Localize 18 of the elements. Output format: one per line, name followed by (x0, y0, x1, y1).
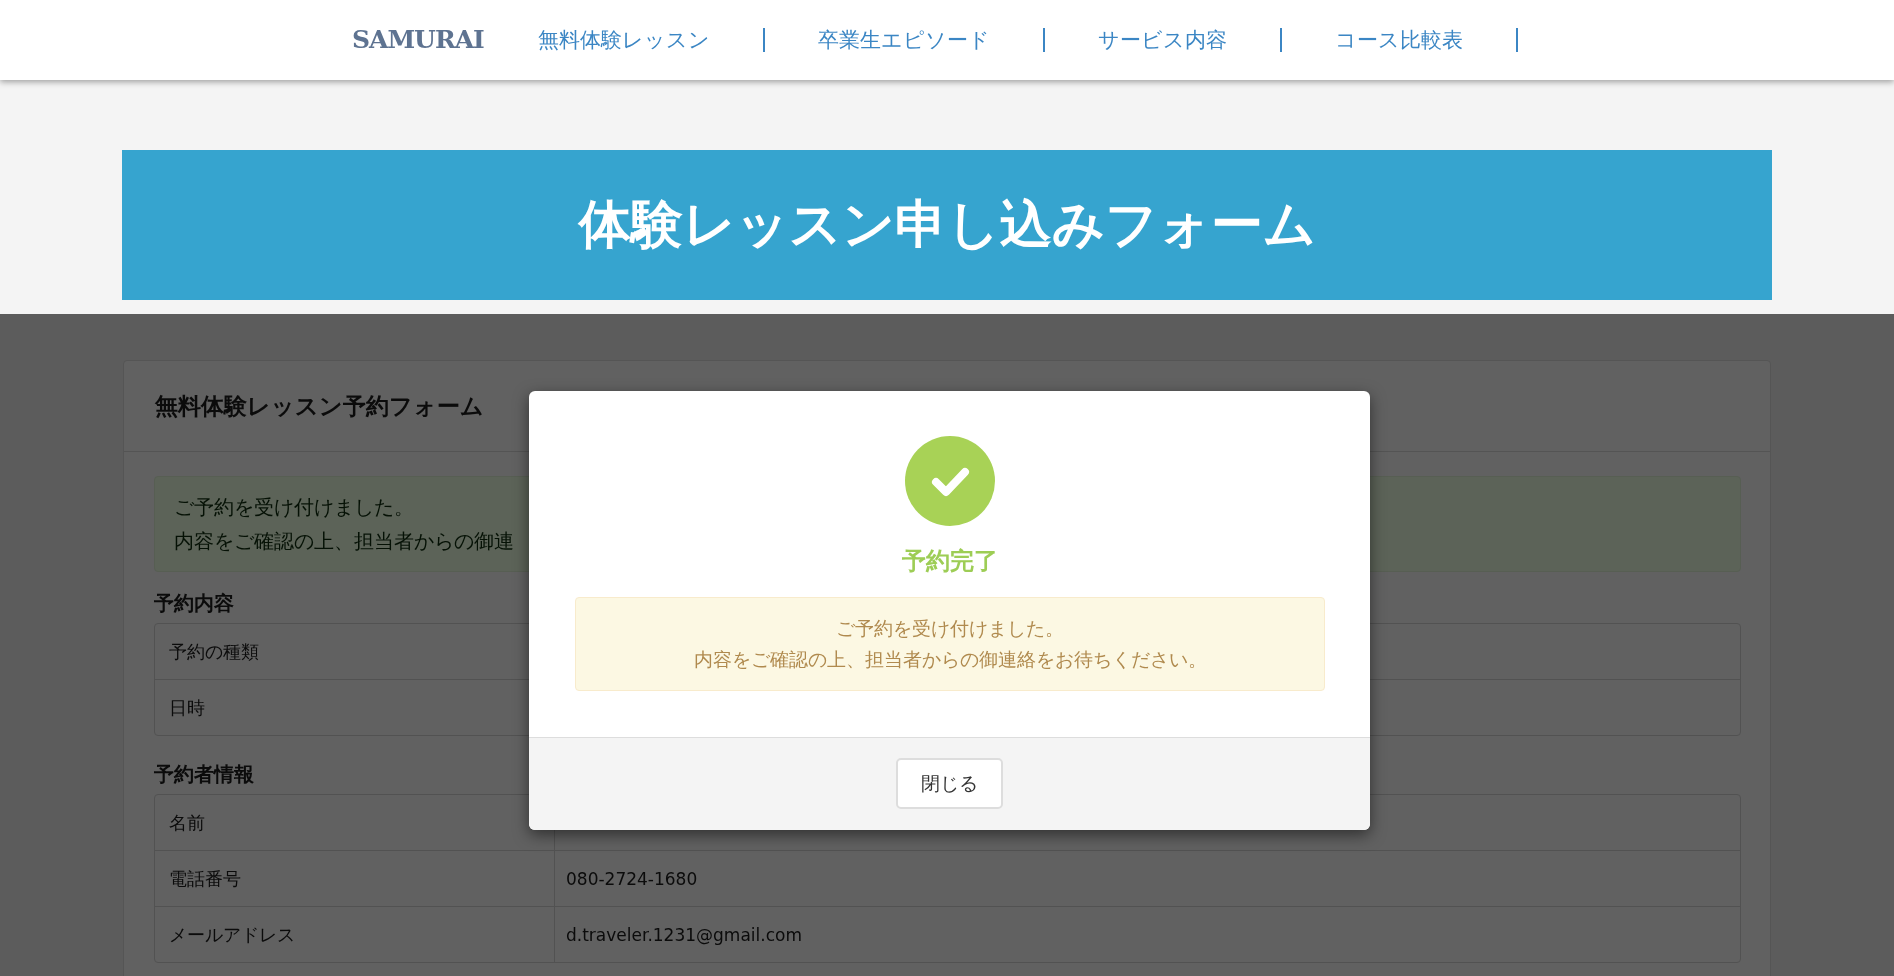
checkmark-circle-icon (905, 436, 995, 526)
field-label: メールアドレス (155, 907, 555, 962)
dialog-title: 予約完了 (902, 546, 998, 577)
confirmation-message: ご予約を受け付けました。 内容をご確認の上、担当者からの御連絡をお待ちください。 (575, 597, 1325, 691)
field-value: 080-2724-1680 (566, 868, 698, 889)
alert-text: ご予約を受け付けました。 内容をご確認の上、担当者からの御連 (174, 494, 514, 555)
nav-link[interactable]: 無料体験レッスン (537, 26, 710, 54)
form-title: 無料体験レッスン予約フォーム (155, 391, 484, 421)
field-label: 電話番号 (155, 851, 555, 906)
nav-link[interactable]: 卒業生エピソード (817, 26, 990, 54)
site-logo[interactable]: SAMURAI (346, 15, 490, 65)
section-heading: 予約者情報 (154, 761, 254, 788)
nav-link[interactable]: サービス内容 (1097, 26, 1227, 54)
section-heading: 予約内容 (154, 590, 234, 617)
page-banner: 体験レッスン申し込みフォーム (122, 150, 1772, 300)
nav-link[interactable]: コース比較表 (1334, 26, 1463, 54)
close-button[interactable]: 閉じる (896, 758, 1003, 809)
field-value: d.traveler.1231@gmail.com (566, 924, 802, 945)
